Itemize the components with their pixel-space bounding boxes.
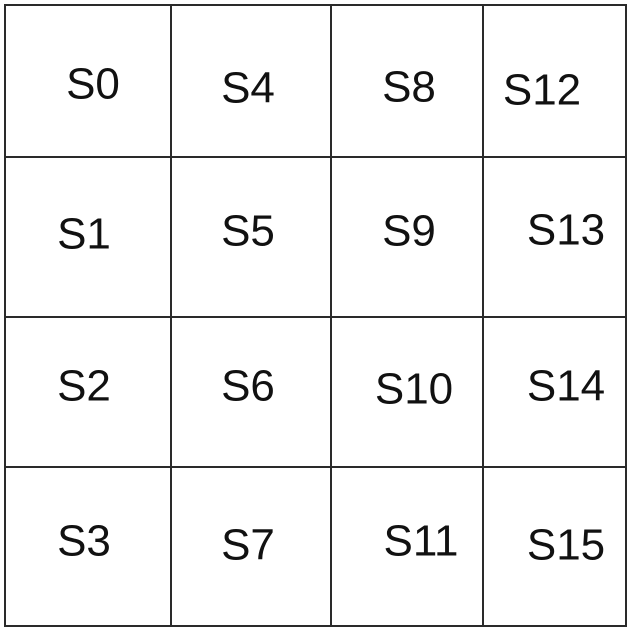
cell-label-s9: S9 xyxy=(382,207,436,256)
cell-label-s12: S12 xyxy=(503,66,581,115)
cell-label-s13: S13 xyxy=(527,206,605,255)
cell-label-s11: S11 xyxy=(383,517,458,566)
cell-label-s7: S7 xyxy=(221,521,275,570)
state-grid: S0 S4 S8 S12 S1 S5 S9 S13 S2 S6 S10 S14 … xyxy=(4,4,627,627)
cell-label-s4: S4 xyxy=(221,64,275,113)
cell-label-s1: S1 xyxy=(57,210,111,259)
cell-label-s3: S3 xyxy=(57,517,111,566)
cell-label-s10: S10 xyxy=(375,365,453,414)
cell-label-s15: S15 xyxy=(527,521,605,570)
cell-label-s6: S6 xyxy=(221,362,275,411)
cell-label-s2: S2 xyxy=(57,362,111,411)
cell-label-s8: S8 xyxy=(382,63,436,112)
cell-label-s5: S5 xyxy=(221,207,275,256)
cell-label-s0: S0 xyxy=(66,60,120,109)
cell-label-s14: S14 xyxy=(527,362,605,411)
